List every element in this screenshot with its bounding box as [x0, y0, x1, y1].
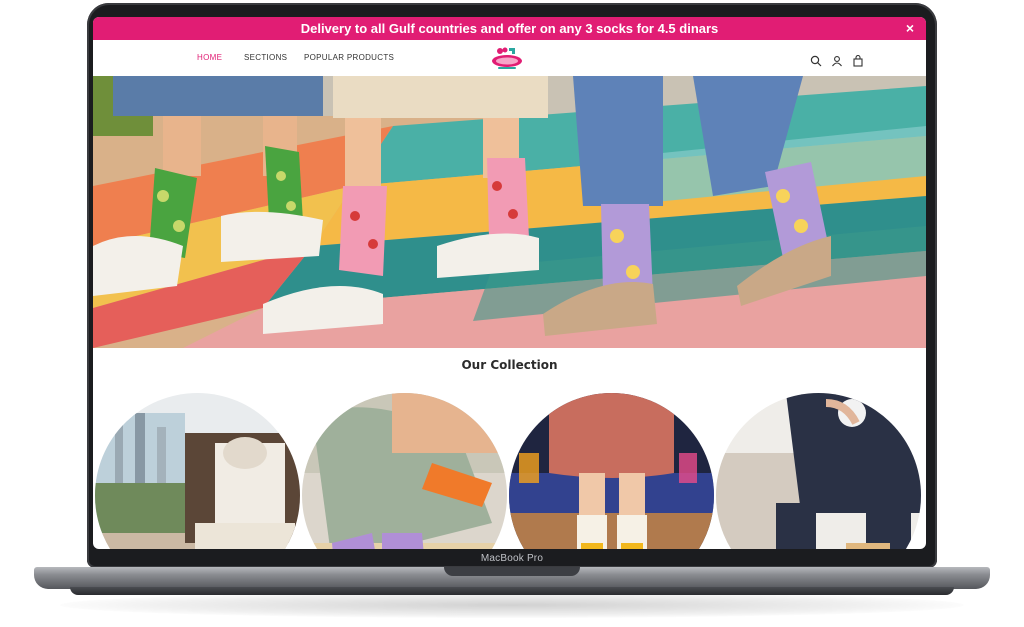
search-icon[interactable] — [810, 52, 822, 67]
collection-category-4[interactable] — [716, 393, 921, 549]
nav-item-sections[interactable]: SECTIONS — [244, 53, 287, 62]
nav-icon-group — [810, 52, 864, 67]
promo-text: Delivery to all Gulf countries and offer… — [300, 21, 719, 36]
store-logo-icon[interactable] — [488, 44, 526, 74]
collection-category-1[interactable] — [95, 393, 300, 549]
collection-category-2[interactable] — [302, 393, 507, 549]
user-icon[interactable] — [831, 52, 843, 67]
shopping-bag-icon[interactable] — [852, 52, 864, 67]
top-navigation: HOME SECTIONS POPULAR PRODUCTS — [93, 40, 926, 76]
laptop-screen: Delivery to all Gulf countries and offer… — [93, 17, 926, 549]
laptop-notch — [444, 567, 580, 576]
laptop-foot — [70, 587, 954, 595]
nav-item-home[interactable]: HOME — [197, 53, 222, 62]
hero-banner — [93, 76, 926, 348]
device-label: MacBook Pro — [480, 553, 544, 564]
collection-category-3[interactable] — [509, 393, 714, 549]
product-mockup: Delivery to all Gulf countries and offer… — [0, 0, 1024, 627]
laptop-shadow — [60, 592, 964, 618]
close-icon[interactable]: × — [906, 20, 914, 36]
nav-item-popular-products[interactable]: POPULAR PRODUCTS — [304, 53, 394, 62]
collection-heading: Our Collection — [461, 358, 558, 372]
promo-bar: Delivery to all Gulf countries and offer… — [93, 17, 926, 40]
